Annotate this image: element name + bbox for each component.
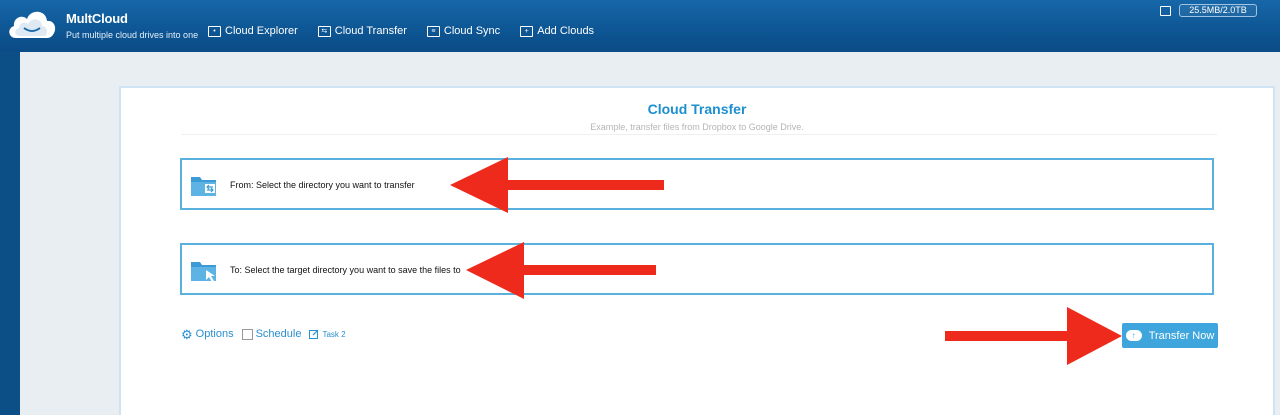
cloud-upload-icon: ↑ (1125, 330, 1142, 341)
explorer-icon: • (208, 25, 221, 37)
stats-icon[interactable] (1160, 6, 1171, 16)
brand-tagline: Put multiple cloud drives into one (66, 30, 199, 40)
page-title: Cloud Transfer (647, 101, 747, 117)
annotation-arrow-transfer (945, 307, 1122, 365)
from-label: From: Select the directory you want to t… (230, 180, 415, 190)
transfer-icon: ⇆ (317, 25, 331, 37)
top-bar: MultCloud Put multiple cloud drives into… (0, 0, 1280, 52)
folder-target-icon (191, 262, 216, 282)
storage-usage[interactable]: 25.5MB/2.0TB (1179, 4, 1257, 17)
nav-cloud-explorer[interactable]: • Cloud Explorer (208, 25, 298, 37)
add-icon: + (520, 25, 534, 37)
folder-out-icon (191, 177, 216, 196)
nav-cloud-sync[interactable]: ≡ Cloud Sync (426, 25, 501, 37)
edit-icon (309, 329, 319, 339)
to-directory-selector[interactable]: To: Select the target directory you want… (180, 243, 1214, 295)
schedule-label: Schedule (255, 328, 302, 340)
transfer-now-label: Transfer Now (1148, 329, 1215, 342)
transfer-now-button[interactable]: ↑ Transfer Now (1122, 323, 1218, 348)
task-name-edit[interactable]: Task 2 (309, 329, 346, 339)
from-directory-selector[interactable]: From: Select the directory you want to t… (180, 158, 1214, 210)
task-label: Task 2 (322, 329, 346, 339)
divider (181, 134, 1217, 135)
left-strip (0, 52, 20, 415)
nav-cloud-sync-label: Cloud Sync (443, 25, 501, 37)
main-nav: • Cloud Explorer ⇆ Cloud Transfer ≡ Clou… (208, 25, 594, 37)
to-label: To: Select the target directory you want… (230, 265, 461, 275)
sync-icon: ≡ (426, 25, 440, 37)
nav-cloud-transfer-label: Cloud Transfer (334, 25, 407, 37)
nav-add-clouds-label: Add Clouds (537, 25, 595, 37)
options-label: Options (195, 328, 234, 340)
nav-add-clouds[interactable]: + Add Clouds (520, 25, 594, 37)
annotation-arrow-from (450, 157, 664, 213)
nav-cloud-explorer-label: Cloud Explorer (225, 25, 298, 37)
nav-cloud-transfer[interactable]: ⇆ Cloud Transfer (317, 25, 407, 37)
annotation-arrow-to (466, 242, 656, 299)
cloud-transfer-panel: Cloud Transfer Example, transfer files f… (119, 86, 1275, 415)
schedule-checkbox[interactable] (241, 328, 253, 340)
transfer-options-row: ⚙ Options Schedule Task 2 (181, 326, 346, 342)
page-subtitle: Example, transfer files from Dropbox to … (590, 122, 804, 132)
options-link[interactable]: ⚙ Options (181, 326, 234, 342)
schedule-toggle[interactable]: Schedule (241, 328, 302, 340)
brand-name: MultCloud (66, 11, 128, 26)
gear-icon: ⚙ (181, 326, 193, 342)
multcloud-logo-icon[interactable] (6, 6, 58, 42)
